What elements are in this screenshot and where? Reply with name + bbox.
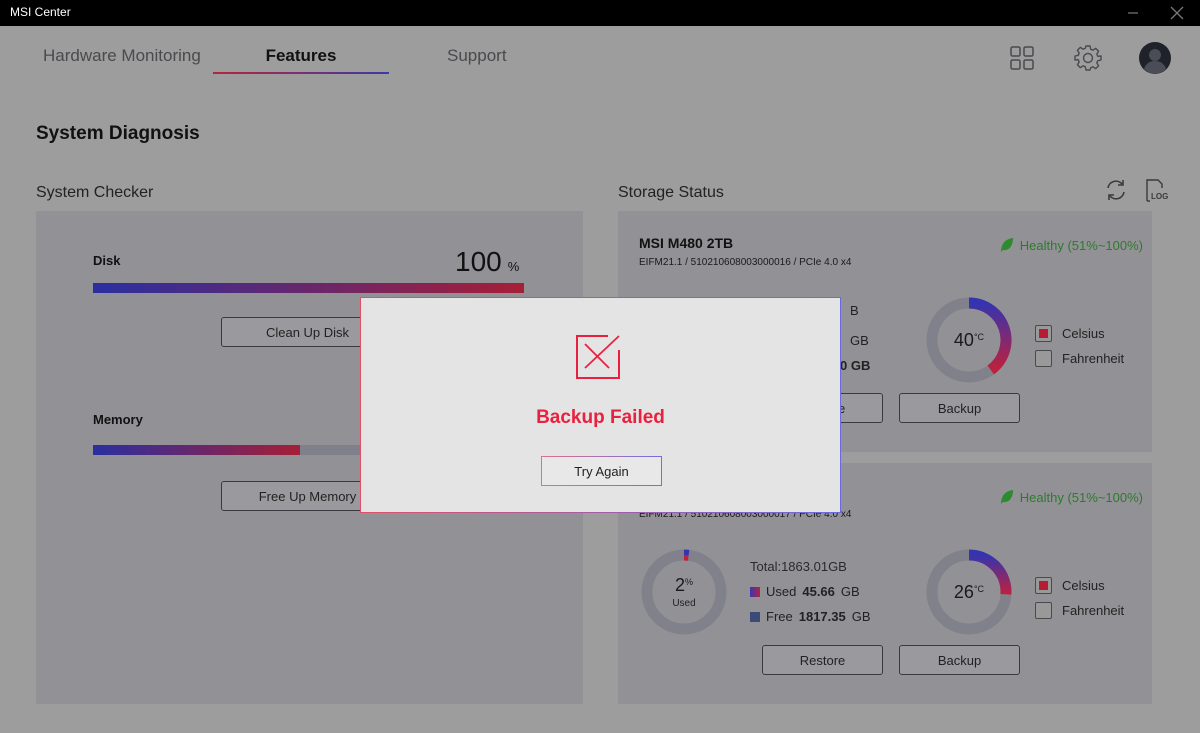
disk-usage-fill bbox=[93, 283, 524, 293]
used-percent: 2 bbox=[674, 575, 685, 595]
memory-usage-fill bbox=[93, 445, 300, 455]
memory-label: Memory bbox=[93, 412, 143, 427]
used-percent-unit: % bbox=[685, 577, 694, 587]
svg-text:LOG: LOG bbox=[1151, 192, 1168, 201]
fahrenheit-option[interactable]: Fahrenheit bbox=[1035, 350, 1124, 367]
tab-hardware-monitoring[interactable]: Hardware Monitoring bbox=[43, 46, 201, 66]
free-swatch bbox=[750, 611, 760, 622]
dialog-title: Backup Failed bbox=[536, 407, 665, 428]
close-button[interactable] bbox=[1154, 0, 1200, 26]
tab-features[interactable]: Features bbox=[213, 46, 389, 66]
fahrenheit-label: Fahrenheit bbox=[1062, 351, 1125, 366]
temperature-unit: °C bbox=[973, 331, 985, 342]
celsius-option[interactable]: Celsius bbox=[1035, 577, 1105, 594]
refresh-icon bbox=[1107, 180, 1125, 200]
health-text: Healthy (51%~100%) bbox=[1019, 489, 1143, 505]
log-button[interactable]: LOG bbox=[1140, 175, 1170, 205]
temperature-gauge: 40°C bbox=[924, 295, 1014, 385]
fahrenheit-checkbox[interactable] bbox=[1035, 602, 1052, 619]
restore-button[interactable]: Restore bbox=[762, 645, 883, 675]
leaf-icon bbox=[1000, 238, 1013, 252]
page-title: System Diagnosis bbox=[36, 123, 200, 144]
user-avatar-button[interactable] bbox=[1139, 42, 1171, 74]
used-caption: Used bbox=[672, 598, 696, 609]
used-value: 45.66 bbox=[802, 584, 835, 599]
fahrenheit-checkbox[interactable] bbox=[1035, 350, 1052, 367]
free-stat: Free 1817.35 GB bbox=[750, 609, 871, 624]
title-bar: MSI Center bbox=[0, 0, 1200, 26]
partial-stat: GB bbox=[850, 333, 869, 348]
refresh-button[interactable] bbox=[1101, 175, 1131, 205]
health-status: Healthy (51%~100%) bbox=[1000, 489, 1143, 505]
temperature-gauge: 26°C bbox=[924, 547, 1014, 637]
used-swatch bbox=[750, 586, 760, 597]
disk-value: 100 bbox=[455, 246, 502, 277]
disk-percent: 100% bbox=[455, 246, 519, 278]
usage-gauge: 2% Used bbox=[639, 547, 729, 637]
used-stat: Used 45.66 GB bbox=[750, 584, 860, 599]
health-status: Healthy (51%~100%) bbox=[1000, 237, 1143, 253]
minimize-button[interactable] bbox=[1110, 0, 1156, 26]
temperature-value: 40 bbox=[953, 329, 974, 350]
celsius-label: Celsius bbox=[1062, 578, 1105, 593]
leaf-icon bbox=[1000, 490, 1013, 504]
tab-support[interactable]: Support bbox=[447, 46, 507, 66]
drive-name: MSI M480 2TB bbox=[639, 235, 734, 251]
disk-usage-bar bbox=[93, 283, 524, 293]
celsius-checkbox[interactable] bbox=[1035, 577, 1052, 594]
drive-details: EIFM21.1 / 510210608003000016 / PCIe 4.0… bbox=[639, 257, 852, 268]
temperature-value: 26 bbox=[953, 581, 974, 602]
try-again-button[interactable]: Try Again bbox=[541, 456, 662, 486]
total-capacity: Total:1863.01GB bbox=[750, 559, 847, 574]
close-icon bbox=[1170, 6, 1184, 20]
health-text: Healthy (51%~100%) bbox=[1019, 237, 1143, 253]
celsius-checkbox[interactable] bbox=[1035, 325, 1052, 342]
storage-status-title: Storage Status bbox=[618, 184, 724, 201]
free-value: 1817.35 bbox=[798, 609, 846, 624]
user-avatar-icon bbox=[1139, 42, 1171, 74]
fahrenheit-option[interactable]: Fahrenheit bbox=[1035, 602, 1124, 619]
log-file-icon: LOG bbox=[1146, 179, 1168, 202]
backup-button[interactable]: Backup bbox=[899, 393, 1020, 423]
partial-stat: B bbox=[850, 303, 859, 318]
disk-label: Disk bbox=[93, 253, 121, 268]
failed-x-icon bbox=[576, 335, 620, 379]
disk-unit: % bbox=[507, 259, 520, 274]
backup-failed-dialog: Backup Failed Try Again bbox=[360, 297, 841, 513]
app-title: MSI Center bbox=[10, 5, 71, 19]
apps-grid-button[interactable] bbox=[1006, 42, 1038, 74]
partial-stat: 0 GB bbox=[840, 358, 871, 373]
temperature-unit: °C bbox=[973, 583, 985, 594]
backup-button[interactable]: Backup bbox=[899, 645, 1020, 675]
apps-grid-icon bbox=[1010, 46, 1034, 70]
active-tab-indicator bbox=[213, 72, 389, 74]
celsius-option[interactable]: Celsius bbox=[1035, 325, 1105, 342]
settings-gear-icon bbox=[1074, 45, 1102, 71]
celsius-label: Celsius bbox=[1062, 326, 1105, 341]
fahrenheit-label: Fahrenheit bbox=[1062, 603, 1125, 618]
minimize-icon bbox=[1128, 12, 1138, 14]
settings-button[interactable] bbox=[1072, 42, 1104, 74]
system-checker-title: System Checker bbox=[36, 184, 154, 201]
